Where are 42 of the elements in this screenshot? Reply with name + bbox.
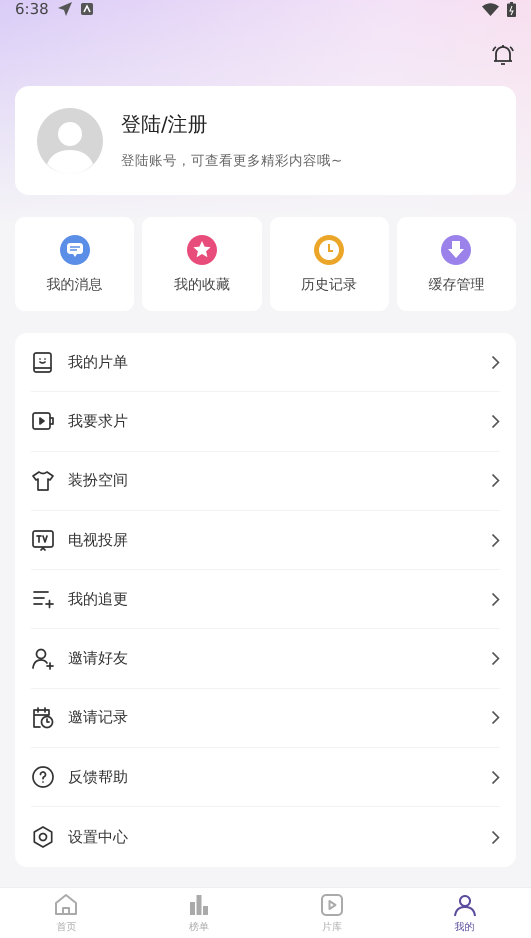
nav-tab[interactable]: 我的 (398, 888, 531, 938)
home-icon (53, 892, 80, 918)
menu-item[interactable]: 装扮空间 (31, 452, 500, 511)
tv-icon (31, 528, 55, 552)
avatar-icon (37, 108, 103, 174)
wifi-icon (482, 2, 499, 16)
menu-item[interactable]: 邀请记录 (31, 688, 500, 748)
chevron-right-icon (491, 414, 500, 429)
shirt-icon (31, 468, 55, 493)
shortcut-tile[interactable]: 历史记录 (270, 217, 389, 311)
chevron-right-icon (491, 473, 500, 488)
chevron-right-icon (491, 830, 500, 845)
chevron-right-icon (491, 651, 500, 666)
shortcut-tile[interactable]: 缓存管理 (396, 217, 516, 311)
login-title[interactable]: 登陆/注册 (121, 111, 342, 138)
shortcut-tile[interactable]: 我的消息 (15, 217, 134, 311)
location-arrow-icon (56, 1, 73, 17)
menu-item[interactable]: 邀请好友 (31, 629, 500, 689)
menu-item[interactable]: 我的片单 (31, 333, 500, 392)
login-hint: 登陆账号，可查看更多精彩内容哦~ (121, 152, 342, 170)
menu-item[interactable]: 反馈帮助 (31, 748, 500, 808)
profile-card[interactable]: 登陆/注册 登陆账号，可查看更多精彩内容哦~ (15, 86, 516, 195)
menu-item[interactable]: 设置中心 (31, 807, 500, 867)
chevron-right-icon (491, 710, 500, 726)
calendar-clock-icon (31, 706, 55, 730)
person-icon (452, 892, 478, 918)
settings-icon (31, 825, 55, 850)
play-icon (318, 892, 345, 918)
bell-icon[interactable] (490, 42, 516, 68)
status-time: 6:38 (15, 0, 49, 18)
chevron-right-icon (491, 532, 500, 548)
menu-item[interactable]: 我要求片 (31, 392, 500, 452)
chevron-right-icon (491, 770, 500, 785)
battery-icon (507, 2, 516, 16)
help-icon (31, 765, 55, 790)
notification-icon (80, 3, 93, 15)
chevron-right-icon (491, 354, 500, 370)
menu-item[interactable]: 我的追更 (31, 570, 500, 630)
menu-item[interactable]: 电视投屏 (31, 510, 500, 570)
chevron-right-icon (491, 592, 500, 607)
shortcut-tile[interactable]: 我的收藏 (142, 217, 262, 311)
person-add-icon (31, 646, 55, 671)
